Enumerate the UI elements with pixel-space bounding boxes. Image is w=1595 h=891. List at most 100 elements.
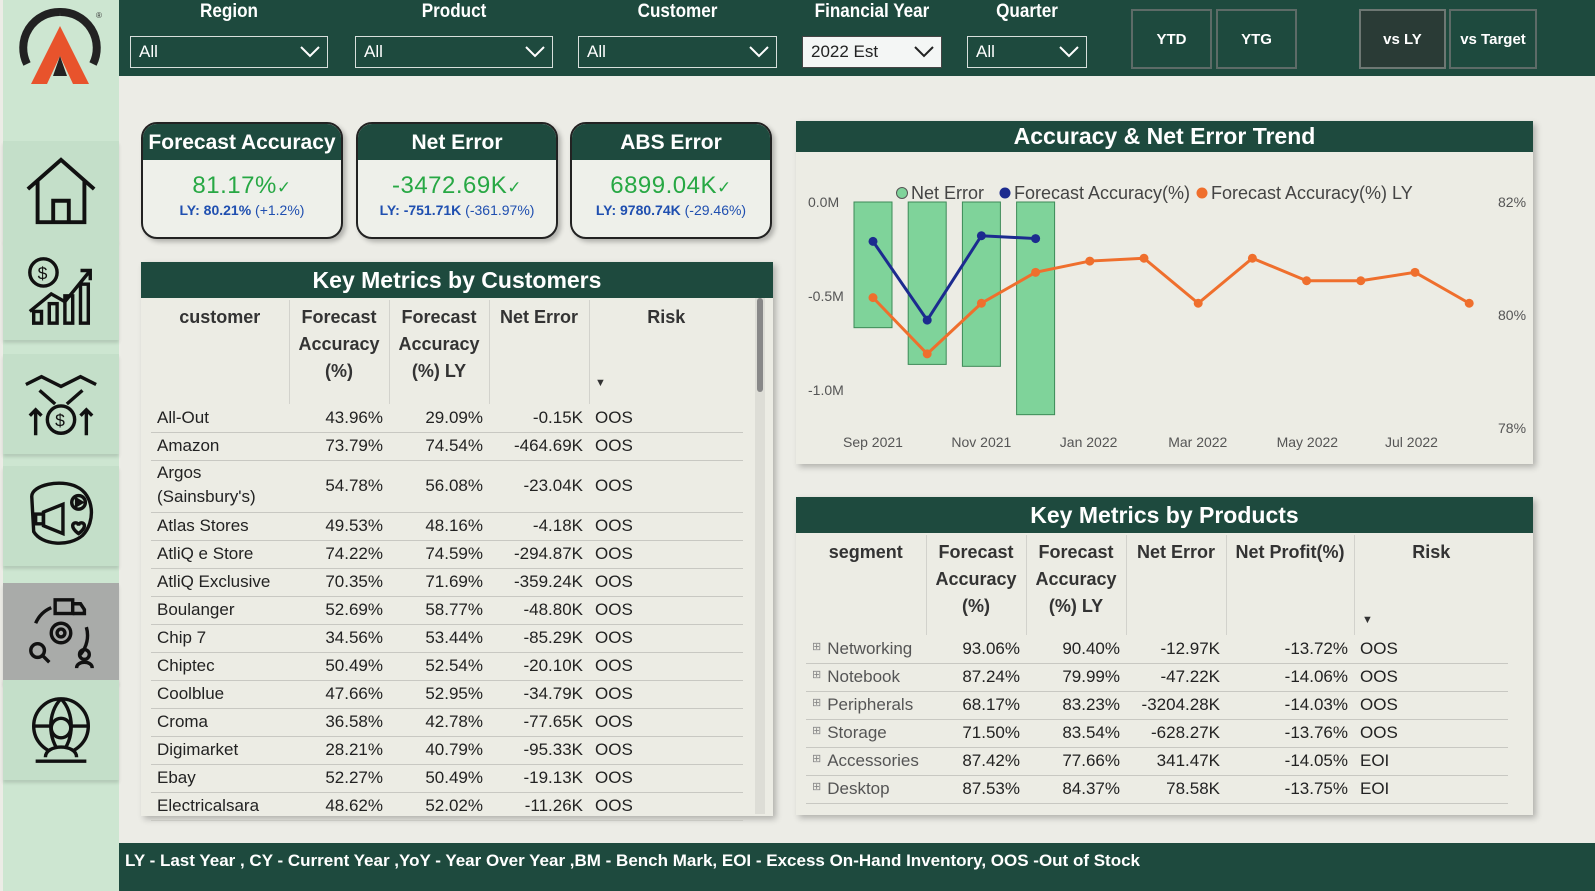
column-header[interactable]: customer <box>151 300 289 404</box>
nav-home[interactable] <box>3 141 119 241</box>
table-row[interactable]: ⊞ Accessories 87.42% 77.66% 341.47K -14.05% EO… <box>806 747 1508 776</box>
nav-executive[interactable] <box>3 680 119 780</box>
column-header[interactable]: Forecast Accuracy (%) <box>925 535 1026 635</box>
forecast-accuracy-ly-point[interactable] <box>1031 267 1041 277</box>
expand-icon[interactable]: ⊞ <box>812 725 821 737</box>
legend-marker <box>896 187 908 199</box>
table-row[interactable]: Chip 7 34.56% 53.44% -85.29K OOS <box>151 624 743 653</box>
forecast-accuracy-ly-point[interactable] <box>1464 298 1474 308</box>
quarter-select[interactable]: All <box>967 36 1087 68</box>
table-row[interactable]: Chiptec 50.49% 52.54% -20.10K OOS <box>151 652 743 681</box>
cell-text: 79.99% <box>1062 667 1120 686</box>
table-cell: 58.77% <box>389 596 489 625</box>
expand-icon[interactable]: ⊞ <box>812 753 821 765</box>
forecast-accuracy-ly-point[interactable] <box>868 293 878 303</box>
cell-text: 53.44% <box>425 628 483 647</box>
expand-icon[interactable]: ⊞ <box>812 781 821 793</box>
table-cell: 40.79% <box>389 736 489 765</box>
expand-icon[interactable]: ⊞ <box>812 641 821 653</box>
nav-marketing[interactable] <box>3 466 119 566</box>
table-row[interactable]: ⊞ Peripherals 68.17% 83.23% -3204.28K -14.03%… <box>806 691 1508 720</box>
row-label-cell: ⊞ Accessories <box>806 747 926 776</box>
chevron-down-icon <box>1059 46 1079 58</box>
expand-icon[interactable]: ⊞ <box>812 697 821 709</box>
products-table-body: ⊞ Networking 93.06% 90.40% -12.97K -13.72% OOS… <box>806 635 1508 804</box>
forecast-accuracy-point[interactable] <box>922 315 932 325</box>
column-header[interactable]: Net Error <box>488 300 589 404</box>
table-row[interactable]: ⊞ Storage 71.50% 83.54% -628.27K -13.76% OOS <box>806 719 1508 748</box>
vs-ly-button[interactable]: vs LY <box>1359 9 1446 69</box>
column-header[interactable]: Forecast Accuracy (%) LY <box>1025 535 1126 635</box>
column-header[interactable]: Forecast Accuracy (%) <box>288 300 389 404</box>
forecast-accuracy-ly-point[interactable] <box>1410 267 1420 277</box>
cell-text: OOS <box>595 740 633 759</box>
forecast-accuracy-ly-point[interactable] <box>1247 253 1257 263</box>
table-cell: OOS <box>589 512 743 541</box>
ytd-button[interactable]: YTD <box>1131 9 1212 69</box>
column-header[interactable]: Net Profit(%) <box>1225 535 1354 635</box>
table-row[interactable]: Electricalsara 48.62% 52.02% -11.26K OOS <box>151 792 743 821</box>
table-row[interactable]: Atlas Stores 49.53% 48.16% -4.18K OOS <box>151 512 743 541</box>
table-row[interactable]: All-Out 43.96% 29.09% -0.15K OOS <box>151 404 743 433</box>
column-header[interactable]: Net Error <box>1125 535 1226 635</box>
cell-text: Peripherals <box>827 695 914 714</box>
table-cell: 70.35% <box>289 568 389 597</box>
column-header[interactable]: segment <box>806 535 926 635</box>
forecast-accuracy-ly-point[interactable] <box>922 349 932 359</box>
check-icon: ✓ <box>717 178 732 197</box>
ytg-button[interactable]: YTG <box>1216 9 1297 69</box>
table-row[interactable]: AtliQ e Store 74.22% 74.59% -294.87K OOS <box>151 540 743 569</box>
y-axis-left-tick: 0.0M <box>808 194 839 210</box>
region-select[interactable]: All <box>130 36 328 68</box>
nav-supply-chain[interactable] <box>3 583 119 683</box>
sort-down-icon[interactable]: ▼ <box>595 377 606 389</box>
cell-text: 50.49% <box>425 768 483 787</box>
customers-scrollbar[interactable] <box>755 298 765 814</box>
table-row[interactable]: Croma 36.58% 42.78% -77.65K OOS <box>151 708 743 737</box>
forecast-accuracy-ly-point[interactable] <box>1139 253 1149 263</box>
trend-chart-panel: Accuracy & Net Error Trend Net Error Fore… <box>796 121 1533 464</box>
cell-text: 29.09% <box>425 407 483 427</box>
financial-year-select[interactable]: 2022 Est <box>802 36 942 68</box>
forecast-accuracy-point[interactable] <box>1031 234 1041 244</box>
table-row[interactable]: Ebay 52.27% 50.49% -19.13K OOS <box>151 764 743 793</box>
cell-text: 52.54% <box>425 656 483 675</box>
table-row[interactable]: Amazon 73.79% 74.54% -464.69K OOS <box>151 432 743 461</box>
net-error-bar[interactable] <box>853 201 893 329</box>
nav-sales[interactable]: $ <box>3 354 119 454</box>
row-label-cell: Coolblue <box>151 680 289 709</box>
table-row[interactable]: Digimarket 28.21% 40.79% -95.33K OOS <box>151 736 743 765</box>
scrollbar-thumb[interactable] <box>757 298 763 392</box>
table-row[interactable]: ⊞ Networking 93.06% 90.40% -12.97K -13.72% OOS <box>806 635 1508 664</box>
column-header-risk[interactable]: Risk <box>1353 535 1508 635</box>
kpi-title: Forecast Accuracy <box>143 124 341 160</box>
forecast-accuracy-ly-point[interactable] <box>1356 276 1366 286</box>
table-row[interactable]: ⊞ Notebook 87.24% 79.99% -47.22K -14.06% OOS <box>806 663 1508 692</box>
product-select[interactable]: All <box>355 36 553 68</box>
forecast-accuracy-ly-point[interactable] <box>1302 276 1312 286</box>
nav-finance[interactable]: $ <box>3 240 119 340</box>
net-error-bar[interactable] <box>961 201 1001 367</box>
table-cell: 84.37% <box>1026 775 1126 804</box>
table-row[interactable]: Boulanger 52.69% 58.77% -48.80K OOS <box>151 596 743 625</box>
table-row[interactable]: Coolblue 47.66% 52.95% -34.79K OOS <box>151 680 743 709</box>
customer-select[interactable]: All <box>578 36 777 68</box>
forecast-accuracy-ly-point[interactable] <box>1085 256 1095 266</box>
table-row[interactable]: Argos (Sainsbury's) 54.78% 56.08% -23.04K OO… <box>151 460 743 513</box>
select-value: All <box>364 42 383 61</box>
table-cell: 49.53% <box>289 512 389 541</box>
table-cell: 52.02% <box>389 792 489 821</box>
net-error-bar[interactable] <box>1016 201 1056 416</box>
column-header[interactable]: Forecast Accuracy (%) LY <box>388 300 489 404</box>
sort-down-icon[interactable]: ▼ <box>1362 614 1373 626</box>
forecast-accuracy-ly-point[interactable] <box>1193 298 1203 308</box>
forecast-accuracy-point[interactable] <box>868 236 878 246</box>
column-header-risk[interactable]: Risk <box>588 300 743 404</box>
row-label-cell: Amazon <box>151 432 289 461</box>
vs-target-button[interactable]: vs Target <box>1449 9 1537 69</box>
expand-icon[interactable]: ⊞ <box>812 669 821 681</box>
forecast-accuracy-ly-point[interactable] <box>976 298 986 308</box>
forecast-accuracy-point[interactable] <box>976 231 986 241</box>
table-row[interactable]: ⊞ Desktop 87.53% 84.37% 78.58K -13.75% EOI <box>806 775 1508 804</box>
table-row[interactable]: AtliQ Exclusive 70.35% 71.69% -359.24K OOS <box>151 568 743 597</box>
